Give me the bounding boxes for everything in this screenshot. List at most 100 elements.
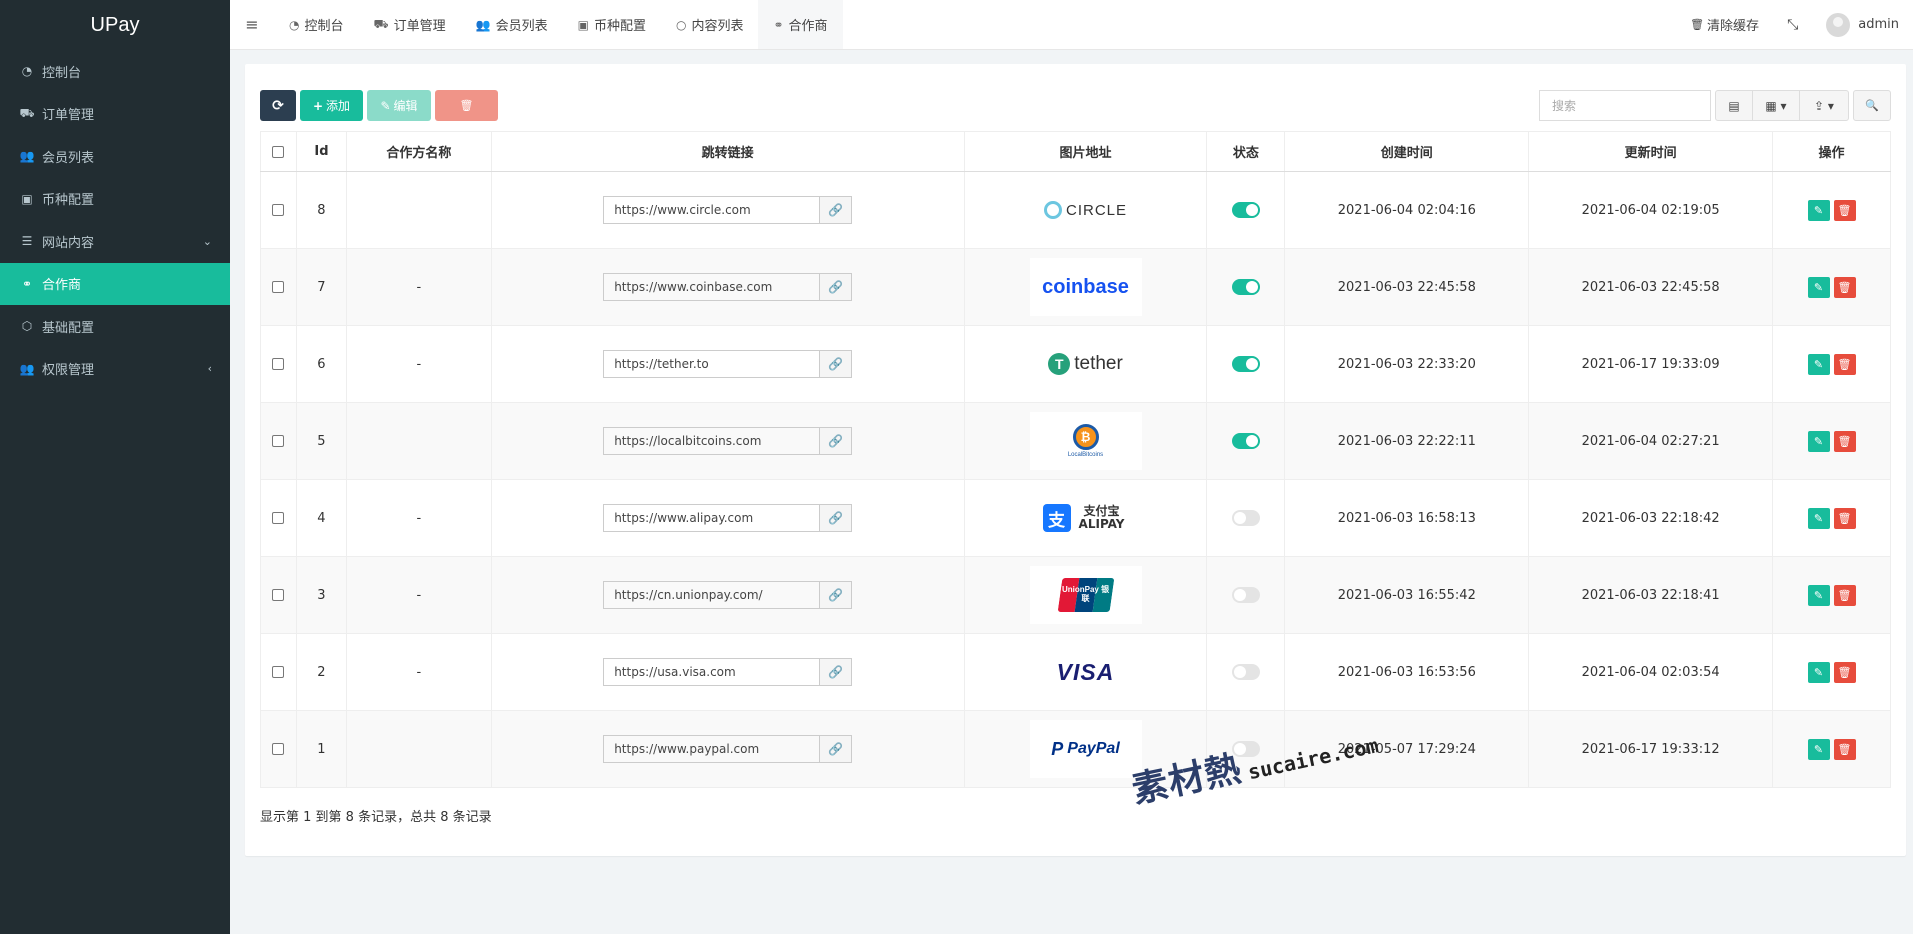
- sidebar-item-7[interactable]: 👥 权限管理 ‹: [0, 348, 230, 391]
- table-row[interactable]: 7- https://www.coinbase.com 🔗 coinbase 2021-…: [260, 248, 1891, 326]
- url-field[interactable]: https://tether.to: [603, 350, 821, 378]
- delete-row-button[interactable]: 🗑: [1833, 507, 1856, 529]
- sidebar-item-6[interactable]: ⬡ 基础配置: [0, 305, 230, 348]
- tab-1[interactable]: ⛟ 订单管理: [359, 0, 461, 49]
- search-icon[interactable]: 🔍: [1853, 90, 1891, 121]
- col-image[interactable]: 图片地址: [963, 131, 1208, 172]
- col-id[interactable]: Id: [295, 131, 347, 172]
- delete-row-button[interactable]: 🗑: [1833, 199, 1856, 221]
- partner-logo-image[interactable]: Ttether: [1029, 335, 1142, 393]
- partner-logo-image[interactable]: 支支付宝 ALIPAY: [1029, 489, 1142, 547]
- edit-row-button[interactable]: ✎: [1807, 738, 1830, 760]
- tab-4[interactable]: ○ 内容列表: [661, 0, 759, 49]
- sidebar-item-0[interactable]: ◔ 控制台: [0, 50, 230, 93]
- delete-row-button[interactable]: 🗑: [1833, 353, 1856, 375]
- link-icon[interactable]: 🔗: [820, 273, 853, 301]
- table-row[interactable]: 6- https://tether.to 🔗 Ttether 2021-06-03 22…: [260, 325, 1891, 403]
- link-icon[interactable]: 🔗: [820, 350, 853, 378]
- delete-row-button[interactable]: 🗑: [1833, 430, 1856, 452]
- sidebar-item-4[interactable]: ☰ 网站内容 ⌄: [0, 220, 230, 263]
- status-toggle[interactable]: [1231, 587, 1260, 603]
- edit-button[interactable]: ✎ 编辑: [367, 90, 431, 121]
- url-field[interactable]: https://www.alipay.com: [603, 504, 821, 532]
- user-menu[interactable]: admin: [1812, 12, 1913, 37]
- delete-button[interactable]: 🗑: [435, 90, 498, 121]
- fullscreen-icon[interactable]: ⤡: [1773, 17, 1812, 33]
- refresh-button[interactable]: ⟳: [260, 90, 296, 121]
- row-checkbox[interactable]: [272, 512, 285, 524]
- url-field[interactable]: https://www.paypal.com: [603, 735, 821, 763]
- table-row[interactable]: 5 https://localbitcoins.com 🔗 ₿ LocalBitcoin…: [260, 402, 1891, 480]
- status-toggle[interactable]: [1231, 279, 1260, 295]
- status-toggle[interactable]: [1231, 664, 1260, 680]
- add-button[interactable]: + 添加: [300, 90, 363, 121]
- export-dropdown-button[interactable]: ⇪ ▾: [1799, 90, 1849, 121]
- partner-logo-image[interactable]: coinbase: [1029, 258, 1142, 316]
- partner-logo-image[interactable]: CIRCLE: [1029, 181, 1142, 239]
- col-status[interactable]: 状态: [1206, 131, 1286, 172]
- sidebar-item-1[interactable]: ⛟ 订单管理: [0, 93, 230, 136]
- link-icon[interactable]: 🔗: [820, 658, 853, 686]
- col-url[interactable]: 跳转链接: [490, 131, 965, 172]
- row-checkbox[interactable]: [272, 666, 285, 678]
- partner-logo-image[interactable]: VISA: [1029, 643, 1142, 701]
- status-toggle[interactable]: [1231, 202, 1260, 218]
- edit-row-button[interactable]: ✎: [1807, 430, 1830, 452]
- menu-toggle-icon[interactable]: ≡: [230, 0, 274, 49]
- edit-row-button[interactable]: ✎: [1807, 353, 1830, 375]
- sidebar-item-3[interactable]: ▣ 币种配置: [0, 178, 230, 221]
- delete-row-button[interactable]: 🗑: [1833, 276, 1856, 298]
- col-updated[interactable]: 更新时间: [1528, 131, 1774, 172]
- link-icon[interactable]: 🔗: [820, 427, 853, 455]
- link-icon[interactable]: 🔗: [820, 504, 853, 532]
- edit-row-button[interactable]: ✎: [1807, 661, 1830, 683]
- row-checkbox[interactable]: [272, 743, 285, 755]
- table-row[interactable]: 2- https://usa.visa.com 🔗 VISA 2021-06-03 16…: [260, 633, 1891, 711]
- edit-row-button[interactable]: ✎: [1807, 584, 1830, 606]
- row-checkbox[interactable]: [272, 435, 285, 447]
- col-name[interactable]: 合作方名称: [345, 131, 492, 172]
- link-icon[interactable]: 🔗: [820, 581, 853, 609]
- sidebar-item-2[interactable]: 👥 会员列表: [0, 135, 230, 178]
- delete-row-button[interactable]: 🗑: [1833, 584, 1856, 606]
- col-created[interactable]: 创建时间: [1284, 131, 1530, 172]
- edit-row-button[interactable]: ✎: [1807, 199, 1830, 221]
- link-icon[interactable]: 🔗: [820, 735, 853, 763]
- status-toggle[interactable]: [1231, 356, 1260, 372]
- table-row[interactable]: 3- https://cn.unionpay.com/🔗 UnionPay 银联 20…: [260, 556, 1891, 634]
- table-row[interactable]: 8 https://www.circle.com 🔗 CIRCLE 2021-06-04…: [260, 171, 1891, 249]
- status-toggle[interactable]: [1231, 433, 1260, 449]
- columns-dropdown-button[interactable]: ▦ ▾: [1752, 90, 1800, 121]
- url-field[interactable]: https://www.coinbase.com: [603, 273, 821, 301]
- tab-2[interactable]: 👥 会员列表: [461, 0, 563, 49]
- partner-logo-image[interactable]: P PayPal: [1029, 720, 1142, 778]
- url-cell: https://www.circle.com 🔗: [490, 171, 965, 249]
- link-icon[interactable]: 🔗: [820, 196, 853, 224]
- tab-3[interactable]: ▣ 币种配置: [563, 0, 661, 49]
- url-field[interactable]: https://localbitcoins.com: [603, 427, 821, 455]
- delete-row-button[interactable]: 🗑: [1833, 661, 1856, 683]
- partner-logo-image[interactable]: ₿ LocalBitcoins: [1029, 412, 1142, 470]
- row-checkbox[interactable]: [272, 281, 285, 293]
- select-all-checkbox[interactable]: [272, 145, 285, 158]
- delete-row-button[interactable]: 🗑: [1833, 738, 1856, 760]
- toggle-view-button[interactable]: ▤: [1715, 90, 1753, 121]
- table-row[interactable]: 1 https://www.paypal.com 🔗 P PayPal 2021-05-0…: [260, 710, 1891, 788]
- row-checkbox[interactable]: [272, 358, 285, 370]
- search-input[interactable]: [1539, 90, 1711, 121]
- row-checkbox[interactable]: [272, 589, 285, 601]
- url-field[interactable]: https://cn.unionpay.com/: [603, 581, 821, 609]
- sidebar-item-5[interactable]: ⚭ 合作商: [0, 262, 230, 305]
- edit-row-button[interactable]: ✎: [1807, 276, 1830, 298]
- row-checkbox[interactable]: [272, 204, 285, 216]
- tab-0[interactable]: ◔ 控制台: [274, 0, 359, 49]
- status-toggle[interactable]: [1231, 510, 1260, 526]
- url-field[interactable]: https://www.circle.com: [603, 196, 821, 224]
- clear-cache-button[interactable]: 🗑 清除缓存: [1676, 15, 1773, 34]
- edit-row-button[interactable]: ✎: [1807, 507, 1830, 529]
- table-row[interactable]: 4- https://www.alipay.com 🔗 支支付宝 ALIPAY 2021…: [260, 479, 1891, 557]
- url-field[interactable]: https://usa.visa.com: [603, 658, 821, 686]
- partner-logo-image[interactable]: UnionPay 银联: [1029, 566, 1142, 624]
- app-logo[interactable]: UPay: [0, 0, 230, 50]
- tab-5[interactable]: ⚭ 合作商: [758, 0, 843, 49]
